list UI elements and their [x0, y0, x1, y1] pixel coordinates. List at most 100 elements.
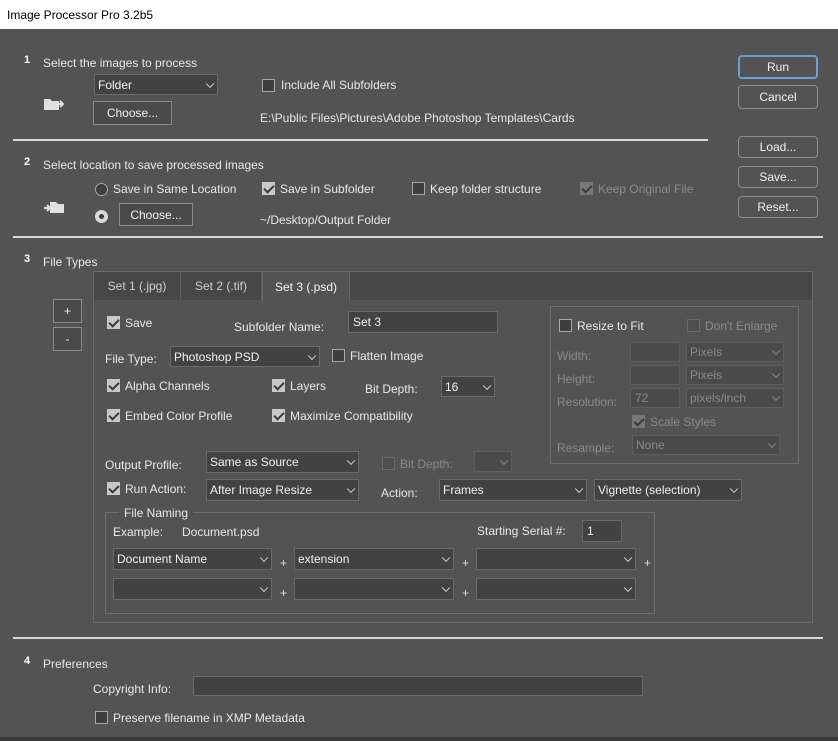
- subfolder-name-input[interactable]: Set 3: [348, 311, 498, 333]
- preserve-filename-checkbox[interactable]: [95, 711, 108, 724]
- chevron-down-icon: [346, 484, 356, 494]
- naming-field-2-value: extension: [298, 552, 350, 566]
- chevron-down-icon: [482, 381, 492, 390]
- width-units-value: Pixels: [690, 345, 723, 359]
- preserve-filename-label: Preserve filename in XMP Metadata: [113, 711, 305, 725]
- section-1-title: Select the images to process: [43, 56, 198, 70]
- cancel-button[interactable]: Cancel: [738, 85, 818, 109]
- chevron-down-icon: [441, 553, 451, 563]
- serial-input[interactable]: 1: [582, 520, 622, 542]
- save-settings-button[interactable]: Save...: [738, 166, 818, 188]
- keep-structure-checkbox[interactable]: [412, 182, 425, 195]
- resample-label: Resample:: [557, 441, 615, 455]
- file-type-select[interactable]: Photoshop PSD: [170, 346, 320, 367]
- dont-enlarge-checkbox[interactable]: [687, 319, 700, 332]
- scale-styles-label: Scale Styles: [650, 415, 717, 429]
- resample-select[interactable]: None: [632, 435, 780, 455]
- chevron-down-icon: [441, 583, 451, 593]
- run-button[interactable]: Run: [738, 55, 818, 79]
- output-bit-depth-checkbox[interactable]: [382, 457, 395, 470]
- chevron-down-icon: [346, 456, 356, 466]
- divider: [13, 139, 708, 141]
- height-units-select[interactable]: Pixels: [686, 365, 784, 385]
- tab-set-2[interactable]: Set 2 (.tif): [181, 272, 262, 300]
- save-set-label: Save: [125, 316, 153, 330]
- action-set-select[interactable]: Frames: [439, 479, 587, 501]
- keep-original-label: Keep Original File: [598, 182, 694, 196]
- tab-set-1[interactable]: Set 1 (.jpg): [94, 272, 181, 300]
- resolution-label: Resolution:: [557, 395, 618, 409]
- divider: [13, 637, 823, 639]
- max-compat-checkbox[interactable]: [272, 409, 285, 422]
- chevron-down-icon: [259, 553, 269, 563]
- copyright-input[interactable]: [193, 676, 643, 696]
- load-button[interactable]: Load...: [738, 136, 818, 158]
- example-label: Example:: [113, 525, 164, 539]
- action-name-select[interactable]: Vignette (selection): [594, 479, 742, 501]
- save-subfolder-checkbox[interactable]: [262, 182, 275, 195]
- action-label: Action:: [381, 486, 418, 500]
- naming-field-4[interactable]: [113, 578, 272, 600]
- resize-to-fit-label: Resize to Fit: [577, 319, 644, 333]
- run-action-when-select[interactable]: After Image Resize: [206, 479, 359, 501]
- layers-checkbox[interactable]: [272, 379, 285, 392]
- resize-to-fit-checkbox[interactable]: [559, 319, 572, 332]
- include-subfolders-label: Include All Subfolders: [281, 78, 397, 92]
- output-profile-label: Output Profile:: [105, 458, 182, 472]
- max-compat-label: Maximize Compatibility: [290, 409, 413, 423]
- output-bit-depth-select[interactable]: [474, 451, 512, 472]
- divider: [13, 236, 823, 238]
- output-bit-depth-label: Bit Depth:: [400, 457, 453, 471]
- naming-field-6[interactable]: [476, 578, 636, 600]
- custom-location-radio[interactable]: [95, 210, 108, 223]
- choose-destination-button[interactable]: Choose...: [119, 203, 193, 226]
- flatten-image-label: Flatten Image: [350, 349, 424, 363]
- output-profile-select[interactable]: Same as Source: [206, 451, 359, 473]
- naming-field-3[interactable]: [476, 548, 636, 570]
- alpha-channels-checkbox[interactable]: [107, 379, 120, 392]
- file-type-value: Photoshop PSD: [174, 349, 260, 364]
- window-frame: [0, 737, 838, 741]
- flatten-image-checkbox[interactable]: [332, 349, 345, 362]
- save-set-checkbox[interactable]: [107, 316, 120, 329]
- same-location-label: Save in Same Location: [113, 182, 237, 196]
- run-action-checkbox[interactable]: [107, 482, 120, 495]
- resample-value: None: [636, 438, 665, 452]
- bit-depth-select[interactable]: 16: [441, 376, 495, 397]
- same-location-radio[interactable]: [95, 183, 108, 196]
- chevron-down-icon: [771, 346, 781, 356]
- chevron-down-icon: [771, 369, 781, 379]
- chevron-down-icon: [771, 392, 781, 402]
- tab-set-3[interactable]: Set 3 (.psd): [262, 271, 350, 301]
- naming-field-1[interactable]: Document Name: [113, 548, 272, 570]
- embed-profile-checkbox[interactable]: [107, 409, 120, 422]
- dont-enlarge-label: Don't Enlarge: [705, 319, 778, 333]
- section-4-title: Preferences: [43, 657, 108, 671]
- serial-label: Starting Serial #:: [477, 524, 566, 538]
- include-subfolders-checkbox[interactable]: [262, 79, 275, 92]
- destination-path: ~/Desktop/Output Folder: [260, 213, 392, 227]
- action-name-value: Vignette (selection): [598, 483, 701, 497]
- source-select[interactable]: Folder: [94, 74, 218, 95]
- keep-original-checkbox[interactable]: [580, 182, 593, 195]
- naming-field-2[interactable]: extension: [294, 548, 454, 570]
- height-input[interactable]: [630, 365, 680, 385]
- source-path: E:\Public Files\Pictures\Adobe Photoshop…: [260, 111, 575, 125]
- section-4-number: 4: [24, 655, 31, 667]
- bit-depth-label: Bit Depth:: [365, 382, 418, 396]
- choose-source-button[interactable]: Choose...: [93, 101, 172, 125]
- add-set-button[interactable]: +: [53, 299, 82, 323]
- subfolder-name-label: Subfolder Name:: [234, 320, 325, 334]
- folder-import-icon: [43, 96, 65, 115]
- resolution-units-select[interactable]: pixels/inch: [686, 388, 784, 408]
- remove-set-button[interactable]: -: [53, 327, 82, 351]
- scale-styles-checkbox[interactable]: [632, 415, 645, 428]
- reset-button[interactable]: Reset...: [738, 196, 818, 218]
- keep-structure-label: Keep folder structure: [430, 182, 542, 196]
- plus-separator: +: [280, 586, 288, 600]
- width-units-select[interactable]: Pixels: [686, 342, 784, 362]
- chevron-down-icon: [205, 79, 215, 88]
- naming-field-5[interactable]: [294, 578, 454, 600]
- width-input[interactable]: [630, 342, 680, 362]
- resolution-input[interactable]: 72: [630, 388, 680, 408]
